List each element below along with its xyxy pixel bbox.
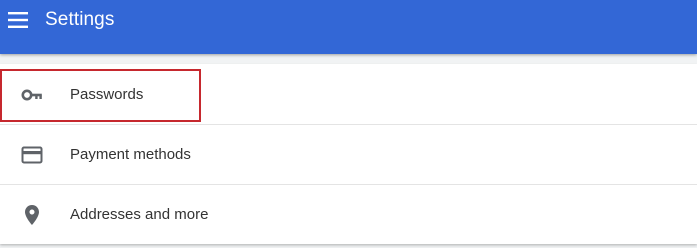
page-title: Settings bbox=[45, 9, 115, 30]
settings-list: Passwords Payment methods Addresses and … bbox=[0, 64, 697, 244]
menu-button[interactable] bbox=[4, 8, 32, 32]
credit-card-icon bbox=[20, 143, 44, 167]
addresses-label: Addresses and more bbox=[70, 206, 209, 223]
passwords-label: Passwords bbox=[70, 86, 144, 103]
passwords-item[interactable]: Passwords bbox=[0, 64, 697, 124]
payment-methods-label: Payment methods bbox=[70, 146, 191, 163]
payment-methods-item[interactable]: Payment methods bbox=[0, 124, 697, 184]
key-icon bbox=[20, 83, 44, 107]
settings-app: Settings Passwords Payment methods Addre… bbox=[0, 0, 697, 248]
app-header: Settings bbox=[0, 0, 697, 54]
addresses-item[interactable]: Addresses and more bbox=[0, 184, 697, 244]
location-pin-icon bbox=[20, 203, 44, 227]
hamburger-menu-icon bbox=[8, 12, 28, 28]
